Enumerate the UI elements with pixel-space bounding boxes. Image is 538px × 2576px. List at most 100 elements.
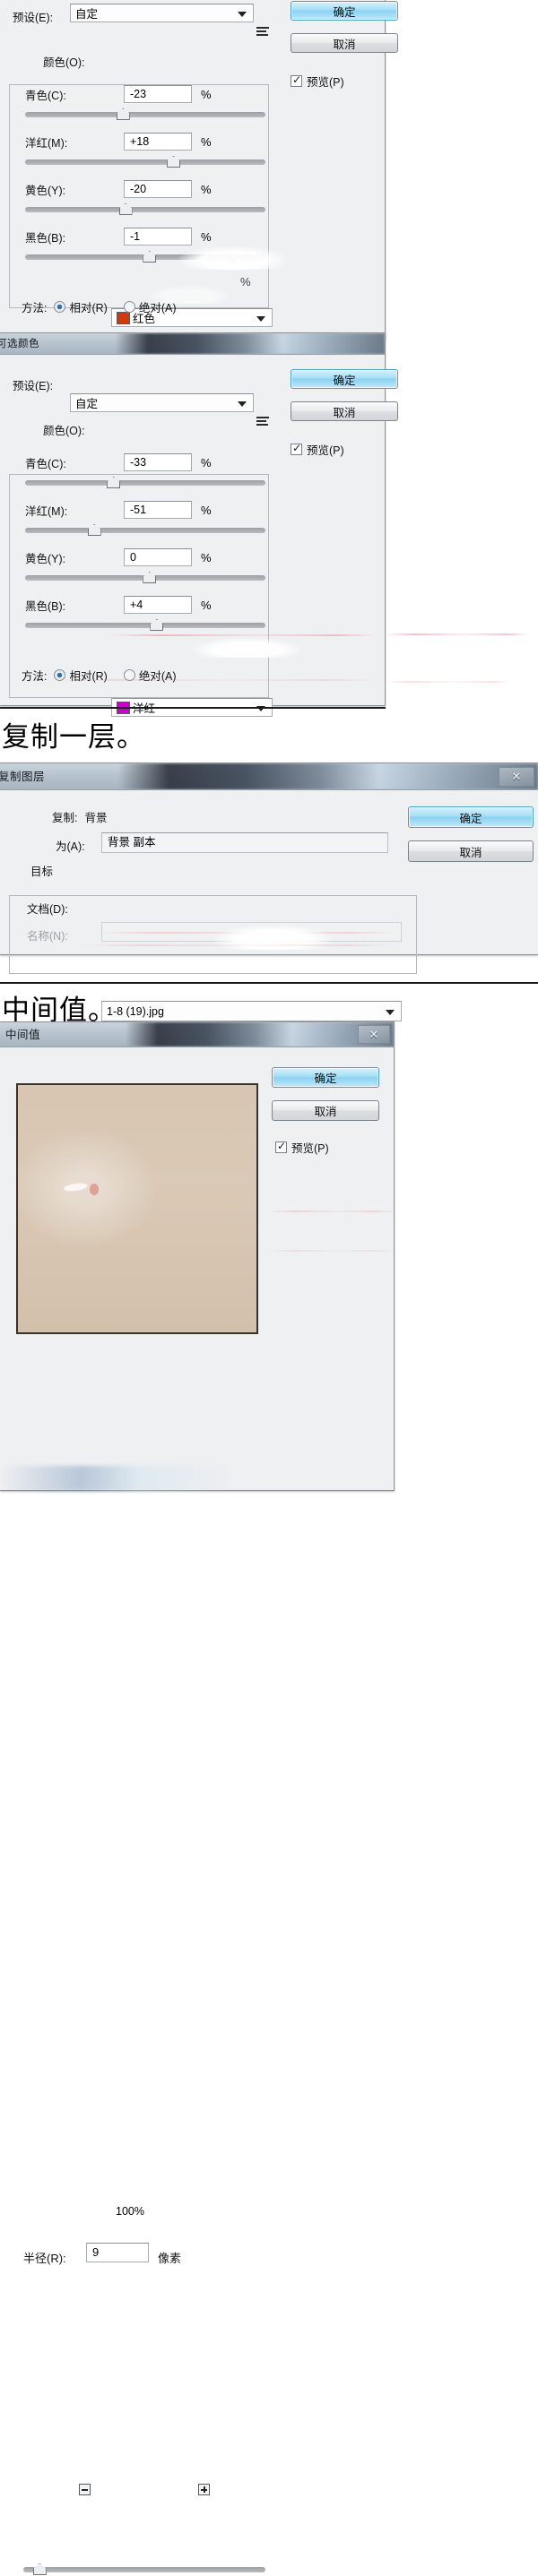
slider-thumb[interactable]	[143, 251, 157, 263]
ok-button-median[interactable]: 确定	[272, 1067, 379, 1088]
slider-thumb[interactable]	[143, 572, 157, 583]
magenta-slider-magenta[interactable]	[25, 524, 265, 537]
preview-highlight	[63, 1182, 88, 1193]
checkbox-icon	[291, 442, 302, 455]
dialog-title: 中间值	[5, 1029, 41, 1041]
radius-label: 半径(R):	[23, 2252, 66, 2265]
preview-checkbox-red[interactable]: 预览(P)	[291, 73, 344, 90]
preset-combobox-red[interactable]: 自定	[70, 4, 254, 22]
slider-thumb[interactable]	[32, 2563, 47, 2575]
document-label: 文档(D):	[27, 903, 68, 916]
ok-label: 确定	[333, 374, 356, 387]
cyan-slider-red[interactable]	[25, 108, 265, 121]
source-row: 复制: 背景	[52, 808, 108, 825]
chevron-down-icon	[238, 11, 247, 17]
magenta-slider-red[interactable]	[25, 156, 265, 168]
radio-relative-icon[interactable]	[54, 669, 66, 681]
minus-icon[interactable]	[79, 2484, 91, 2495]
cancel-label: 取消	[314, 1106, 337, 1118]
unit-label: %	[201, 503, 212, 517]
chevron-down-icon	[256, 315, 265, 322]
chevron-down-icon	[386, 1009, 395, 1015]
cyan-input-magenta[interactable]: -33	[124, 453, 192, 471]
preset-value: 自定	[75, 398, 99, 410]
target-group-label: 目标	[27, 862, 57, 879]
method-relative-label[interactable]: 相对(R)	[69, 298, 107, 315]
as-label: 为(A):	[56, 840, 85, 853]
preset-menu-icon[interactable]	[256, 27, 269, 38]
slider-track	[23, 2567, 265, 2572]
slider-thumb[interactable]	[167, 156, 181, 168]
zoom-level: 100%	[116, 2205, 144, 2218]
black-input-red[interactable]: -1	[124, 228, 192, 246]
cancel-label: 取消	[459, 846, 482, 859]
magenta-input-red[interactable]: +18	[124, 133, 192, 151]
as-input[interactable]: 背景 副本	[101, 832, 388, 853]
source-label: 复制:	[52, 812, 78, 824]
source-value: 背景	[84, 812, 108, 824]
slider-thumb[interactable]	[150, 619, 164, 631]
black-slider-magenta[interactable]	[25, 619, 265, 632]
document-combobox[interactable]: 1-8 (19).jpg	[101, 1001, 402, 1021]
slider-label: 洋红(M):	[25, 136, 68, 150]
cyan-slider-magenta[interactable]	[25, 477, 265, 489]
yellow-slider-red[interactable]	[25, 203, 265, 216]
cancel-button-magenta[interactable]: 取消	[291, 401, 398, 421]
close-icon[interactable]: ✕	[358, 1025, 390, 1044]
radius-input[interactable]: 9	[86, 2243, 149, 2262]
yellow-input-magenta[interactable]: 0	[124, 548, 192, 566]
slider-row-cyan-magenta: 青色(C): -33 %	[25, 453, 265, 489]
checkbox-icon	[275, 1140, 287, 1153]
cancel-button-duplicate[interactable]: 取消	[408, 840, 534, 862]
dialog-title: 复制图层	[0, 771, 46, 783]
slider-row-magenta-red: 洋红(M): +18 %	[25, 133, 265, 168]
dialog-title: 可选颜色	[0, 339, 39, 349]
slider-label: 黄色(Y):	[25, 552, 66, 565]
close-icon[interactable]: ✕	[499, 767, 534, 787]
magenta-input-magenta[interactable]: -51	[124, 501, 192, 519]
ok-button-red[interactable]: 确定	[291, 1, 398, 21]
stray-percent-2: %	[240, 275, 251, 289]
preview-label: 预览(P)	[307, 76, 344, 89]
preset-combobox-magenta[interactable]: 自定	[70, 393, 254, 412]
cancel-button-red[interactable]: 取消	[291, 33, 398, 53]
slider-track	[25, 159, 265, 165]
cyan-input-red[interactable]: -23	[124, 85, 192, 103]
method-relative-label[interactable]: 相对(R)	[69, 667, 107, 684]
slider-row-cyan-red: 青色(C): -23 %	[25, 85, 265, 121]
preview-label: 预览(P)	[307, 444, 344, 457]
as-row: 为(A):	[56, 837, 85, 854]
yellow-input-red[interactable]: -20	[124, 180, 192, 198]
method-absolute-label[interactable]: 绝对(A)	[139, 298, 177, 315]
method-label: 方法:	[22, 302, 48, 314]
preview-label: 预览(P)	[291, 1142, 329, 1155]
radio-absolute-icon[interactable]	[123, 301, 135, 313]
radio-relative-icon[interactable]	[54, 301, 66, 313]
preset-row-red: 预设(E):	[13, 8, 53, 25]
slider-thumb[interactable]	[107, 477, 121, 488]
name-input	[101, 922, 402, 942]
cancel-label: 取消	[333, 38, 356, 51]
radio-absolute-icon[interactable]	[123, 669, 135, 681]
method-absolute-label[interactable]: 绝对(A)	[139, 667, 177, 684]
yellow-slider-magenta[interactable]	[25, 572, 265, 584]
ok-button-duplicate[interactable]: 确定	[408, 806, 534, 828]
slider-thumb[interactable]	[118, 203, 133, 215]
median-preview-image[interactable]	[16, 1083, 258, 1334]
ok-button-magenta[interactable]: 确定	[291, 369, 398, 389]
slider-thumb[interactable]	[116, 108, 130, 120]
artifact-pink-median-1	[269, 1210, 395, 1212]
preset-menu-icon[interactable]	[256, 417, 269, 427]
slider-row-black-magenta: 黑色(B): +4 %	[25, 596, 265, 632]
preview-checkbox-median[interactable]: 预览(P)	[275, 1139, 329, 1156]
plus-icon[interactable]	[198, 2484, 211, 2495]
preview-checkbox-magenta[interactable]: 预览(P)	[291, 441, 344, 458]
radius-slider[interactable]	[23, 2563, 265, 2576]
name-label: 名称(N):	[27, 930, 68, 943]
black-input-magenta[interactable]: +4	[124, 596, 192, 614]
ok-label: 确定	[333, 5, 356, 19]
slider-thumb[interactable]	[87, 524, 101, 536]
divider-2	[0, 982, 538, 984]
cancel-button-median[interactable]: 取消	[272, 1100, 379, 1121]
selective-color-dialog-magenta: 可选颜色 预设(E): 自定 确定 取消 预览(P) 颜色(O): 洋红 青色(…	[0, 332, 398, 717]
